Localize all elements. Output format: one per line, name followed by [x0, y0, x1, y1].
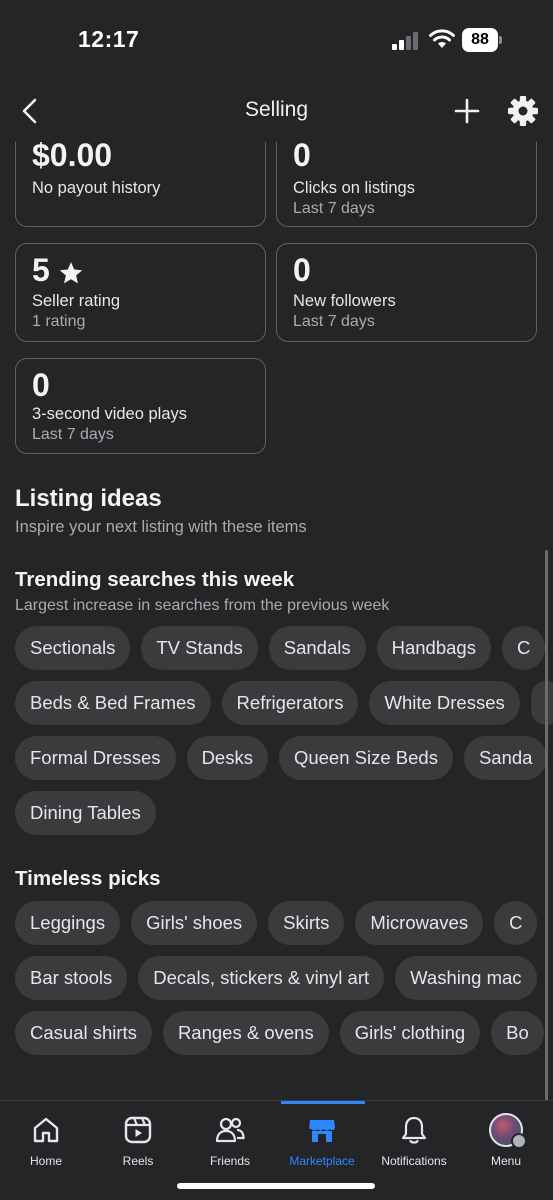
followers-value: 0	[293, 252, 311, 288]
marketplace-icon	[309, 1120, 335, 1142]
selling-content: $0.00 No payout history 0 Clicks on list…	[0, 142, 553, 1100]
listing-ideas-title: Listing ideas	[15, 485, 162, 512]
star-icon	[59, 262, 83, 284]
video-plays-label: 3-second video plays	[32, 405, 188, 423]
chip-partial[interactable]: C	[501, 626, 546, 670]
nav-reels-label: Reels	[122, 1154, 154, 1168]
chip-bar-stools[interactable]: Bar stools	[15, 956, 128, 1000]
chip-tv-stands[interactable]: TV Stands	[141, 626, 258, 670]
rating-sub: 1 rating	[32, 313, 86, 330]
active-tab-indicator	[281, 1101, 365, 1104]
video-plays-sub: Last 7 days	[32, 426, 114, 443]
chip-beds-bed-frames[interactable]: Beds & Bed Frames	[15, 681, 211, 725]
friends-icon	[215, 1117, 245, 1143]
chip-sectionals[interactable]: Sectionals	[15, 626, 131, 670]
home-indicator[interactable]	[177, 1183, 375, 1189]
nav-notifications-label: Notifications	[381, 1154, 447, 1168]
listing-ideas-subtitle: Inspire your next listing with these ite…	[15, 518, 307, 536]
chip-refrigerators[interactable]: Refrigerators	[221, 681, 359, 725]
rating-label: Seller rating	[32, 292, 121, 310]
nav-menu[interactable]: Menu	[460, 1101, 552, 1181]
home-icon	[33, 1117, 59, 1143]
trending-subtitle: Largest increase in searches from the pr…	[15, 597, 390, 614]
payout-label: No payout history	[32, 179, 161, 197]
chip-girls-clothing[interactable]: Girls' clothing	[339, 1011, 481, 1055]
chip-formal-dresses[interactable]: Formal Dresses	[15, 736, 176, 780]
chip-sandals[interactable]: Sandals	[268, 626, 366, 670]
status-time: 12:17	[78, 26, 140, 52]
chip-decals-stickers[interactable]: Decals, stickers & vinyl art	[138, 956, 385, 1000]
followers-sub: Last 7 days	[293, 313, 375, 330]
cellular-signal-icon	[392, 32, 418, 50]
chip-desks[interactable]: Desks	[186, 736, 268, 780]
chip-partial[interactable]: Bo	[491, 1011, 544, 1055]
video-plays-card[interactable]: 0 3-second video plays Last 7 days	[15, 358, 266, 454]
rating-value: 5	[32, 252, 50, 288]
followers-label: New followers	[293, 292, 396, 310]
timeless-row-3: Casual shirts Ranges & ovens Girls' clothi…	[15, 1011, 553, 1055]
wifi-icon	[429, 29, 455, 48]
nav-home-label: Home	[29, 1154, 62, 1168]
nav-home[interactable]: Home	[0, 1101, 92, 1181]
clicks-label: Clicks on listings	[293, 179, 415, 197]
clicks-value: 0	[293, 142, 311, 173]
clicks-sub: Last 7 days	[293, 200, 375, 217]
chip-queen-size-beds[interactable]: Queen Size Beds	[278, 736, 453, 780]
chip-dining-tables[interactable]: Dining Tables	[15, 791, 156, 835]
seller-rating-card[interactable]: 5 Seller rating 1 rating	[15, 243, 266, 342]
timeless-row-2: Bar stools Decals, stickers & vinyl art Wa…	[15, 956, 548, 1000]
scrollbar[interactable]	[545, 550, 548, 1110]
timeless-title: Timeless picks	[15, 867, 161, 890]
status-bar: 12:17 88	[0, 0, 553, 80]
trending-row-3: Formal Dresses Desks Queen Size Beds Sanda	[15, 736, 553, 780]
chip-casual-shirts[interactable]: Casual shirts	[15, 1011, 152, 1055]
reels-icon	[124, 1116, 152, 1144]
clicks-card[interactable]: 0 Clicks on listings Last 7 days	[276, 142, 537, 227]
trending-row-4: Dining Tables	[15, 791, 167, 835]
payout-value: $0.00	[32, 142, 113, 173]
nav-notifications[interactable]: Notifications	[368, 1101, 460, 1181]
gear-icon[interactable]	[506, 94, 540, 128]
trending-row-2: Beds & Bed Frames Refrigerators White Dres…	[15, 681, 553, 725]
chip-ranges-ovens[interactable]: Ranges & ovens	[162, 1011, 329, 1055]
chip-girls-shoes[interactable]: Girls' shoes	[131, 901, 258, 945]
chip-handbags[interactable]: Handbags	[376, 626, 491, 670]
trending-title: Trending searches this week	[15, 568, 295, 591]
timeless-row-1: Leggings Girls' shoes Skirts Microwaves C	[15, 901, 548, 945]
chip-washing-machines-partial[interactable]: Washing mac	[395, 956, 537, 1000]
nav-menu-label: Menu	[490, 1154, 522, 1168]
battery-level: 88	[462, 28, 498, 52]
chip-partial[interactable]	[530, 681, 553, 725]
header: Selling	[0, 80, 553, 142]
nav-marketplace-label: Marketplace	[289, 1154, 355, 1168]
chip-leggings[interactable]: Leggings	[15, 901, 121, 945]
chip-partial[interactable]: C	[494, 901, 538, 945]
nav-reels[interactable]: Reels	[92, 1101, 184, 1181]
bell-icon	[401, 1116, 427, 1144]
followers-card[interactable]: 0 New followers Last 7 days	[276, 243, 537, 342]
chip-sandals-partial[interactable]: Sanda	[463, 736, 548, 780]
video-plays-value: 0	[32, 367, 50, 403]
chip-skirts[interactable]: Skirts	[268, 901, 345, 945]
payout-card[interactable]: $0.00 No payout history	[15, 142, 266, 227]
nav-friends-label: Friends	[209, 1154, 250, 1168]
menu-badge-icon	[511, 1133, 527, 1149]
battery-icon: 88	[462, 28, 502, 52]
trending-row-1: Sectionals TV Stands Sandals Handbags C	[15, 626, 553, 670]
nav-friends[interactable]: Friends	[184, 1101, 276, 1181]
nav-marketplace[interactable]: Marketplace	[276, 1101, 368, 1181]
chip-white-dresses[interactable]: White Dresses	[369, 681, 520, 725]
chip-microwaves[interactable]: Microwaves	[355, 901, 484, 945]
plus-icon[interactable]	[452, 94, 482, 128]
